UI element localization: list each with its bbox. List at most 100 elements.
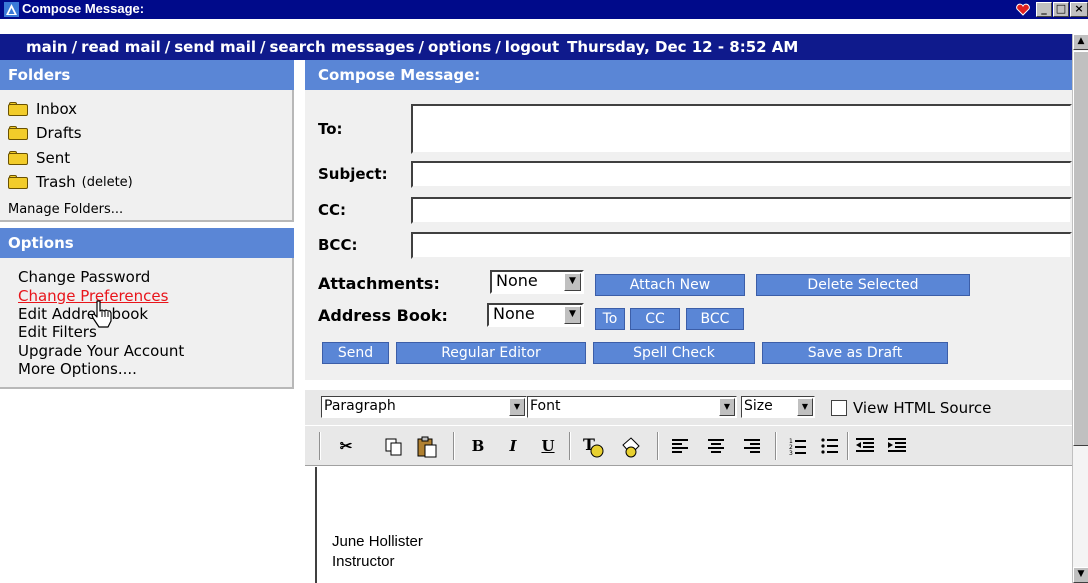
size-select[interactable]: Size ▼ (741, 396, 815, 418)
bulleted-list-icon[interactable] (821, 437, 839, 455)
nav-datetime: Thursday, Dec 12 - 8:52 AM (567, 38, 799, 56)
cut-icon[interactable]: ✂ (335, 434, 357, 458)
dropdown-arrow-icon[interactable]: ▼ (509, 398, 525, 416)
signature-title: Instructor (332, 553, 395, 570)
option-change-password[interactable]: Change Password (18, 268, 150, 286)
compose-heading: Compose Message: (305, 60, 1072, 90)
spell-check-button[interactable]: Spell Check (593, 342, 755, 364)
nav-send-mail-link[interactable]: send mail (174, 38, 256, 56)
toolbar-divider (453, 432, 455, 460)
scroll-thumb[interactable] (1073, 51, 1088, 446)
ab-to-button[interactable]: To (595, 308, 625, 330)
to-field[interactable] (411, 104, 1072, 154)
scroll-up-icon[interactable]: ▲ (1073, 34, 1088, 50)
hand-cursor-icon (91, 300, 112, 328)
indent-icon[interactable] (887, 437, 907, 455)
option-edit-filters[interactable]: Edit Filters (18, 323, 97, 341)
underline-button[interactable]: U (537, 434, 559, 458)
paragraph-select[interactable]: Paragraph ▼ (321, 396, 527, 418)
toolbar-divider (569, 432, 571, 460)
folder-label: Drafts (36, 124, 82, 142)
attachments-select-value: None (496, 271, 538, 290)
address-book-select[interactable]: None ▼ (487, 303, 584, 327)
app-icon (4, 2, 19, 17)
nav-search-messages-link[interactable]: search messages (270, 38, 415, 56)
highlight-color-icon[interactable] (619, 435, 643, 459)
font-select[interactable]: Font ▼ (527, 396, 737, 418)
view-html-checkbox[interactable] (831, 400, 847, 416)
subject-label: Subject: (318, 165, 388, 183)
save-as-draft-button[interactable]: Save as Draft (762, 342, 948, 364)
outdent-icon[interactable] (855, 437, 875, 455)
svg-text:3: 3 (789, 450, 793, 455)
heart-icon[interactable] (1015, 3, 1031, 16)
align-left-icon[interactable] (671, 438, 689, 454)
attach-new-button[interactable]: Attach New (595, 274, 745, 296)
close-button[interactable]: × (1070, 2, 1088, 17)
to-label: To: (318, 120, 343, 138)
folder-icon (8, 126, 28, 140)
bcc-field[interactable] (411, 232, 1072, 259)
manage-folders-link[interactable]: Manage Folders... (8, 202, 123, 217)
ab-cc-button[interactable]: CC (630, 308, 680, 330)
minimize-button[interactable]: _ (1036, 2, 1052, 17)
folder-trash[interactable]: Trash (delete) (8, 171, 133, 193)
folder-label: Sent (36, 149, 71, 167)
nav-options-link[interactable]: options (428, 38, 491, 56)
attachments-label: Attachments: (318, 274, 440, 293)
ab-bcc-button[interactable]: BCC (686, 308, 744, 330)
options-heading: Options (0, 228, 294, 258)
send-button[interactable]: Send (322, 342, 389, 364)
paste-icon[interactable] (417, 436, 437, 458)
copy-icon[interactable] (385, 438, 403, 456)
vertical-scrollbar[interactable]: ▲ ▼ (1072, 34, 1088, 583)
toolbar-divider (657, 432, 659, 460)
cc-label: CC: (318, 201, 347, 219)
scroll-down-icon[interactable]: ▼ (1073, 567, 1088, 583)
dropdown-arrow-icon[interactable]: ▼ (564, 306, 581, 324)
maximize-button[interactable]: □ (1053, 2, 1069, 17)
window-title: Compose Message: (22, 1, 145, 16)
folder-label: Trash (36, 173, 76, 191)
address-book-select-value: None (493, 304, 535, 323)
align-center-icon[interactable] (707, 438, 725, 454)
folder-inbox[interactable]: Inbox (8, 98, 77, 120)
font-color-icon[interactable]: T (581, 435, 605, 459)
nav-read-mail-link[interactable]: read mail (81, 38, 161, 56)
align-right-icon[interactable] (743, 438, 761, 454)
cc-field[interactable] (411, 197, 1072, 224)
dropdown-arrow-icon[interactable]: ▼ (564, 273, 581, 291)
subject-field[interactable] (411, 161, 1072, 188)
numbered-list-icon[interactable]: 123 (789, 437, 807, 455)
signature-name: June Hollister (332, 533, 423, 550)
folder-icon (8, 175, 28, 189)
attachments-select[interactable]: None ▼ (490, 270, 584, 294)
bold-button[interactable]: B (467, 434, 489, 458)
folder-icon (8, 151, 28, 165)
option-edit-addressbook[interactable]: Edit Addressbook (18, 305, 148, 323)
message-body-editor[interactable] (315, 467, 1072, 583)
nav-separator: / (71, 38, 78, 56)
nav-separator: / (418, 38, 425, 56)
font-select-value: Font (530, 398, 561, 414)
nav-separator: / (164, 38, 171, 56)
trash-delete-link[interactable]: (delete) (82, 175, 133, 190)
address-book-label: Address Book: (318, 306, 448, 325)
toolbar-divider (775, 432, 777, 460)
italic-button[interactable]: I (502, 434, 524, 458)
folder-icon (8, 102, 28, 116)
dropdown-arrow-icon[interactable]: ▼ (719, 398, 735, 416)
dropdown-arrow-icon[interactable]: ▼ (797, 398, 813, 416)
option-more-options[interactable]: More Options.... (18, 360, 137, 378)
editor-tools-toolbar: ✂ B I U T 123 (305, 426, 1072, 466)
toolbar-divider (319, 432, 321, 460)
delete-selected-button[interactable]: Delete Selected (756, 274, 970, 296)
folder-drafts[interactable]: Drafts (8, 122, 82, 144)
folder-sent[interactable]: Sent (8, 147, 70, 169)
option-upgrade-account[interactable]: Upgrade Your Account (18, 342, 184, 360)
nav-main-link[interactable]: main (26, 38, 68, 56)
paragraph-select-value: Paragraph (324, 398, 396, 414)
regular-editor-button[interactable]: Regular Editor (396, 342, 586, 364)
toolbar-divider (847, 432, 849, 460)
nav-logout-link[interactable]: logout (505, 38, 559, 56)
